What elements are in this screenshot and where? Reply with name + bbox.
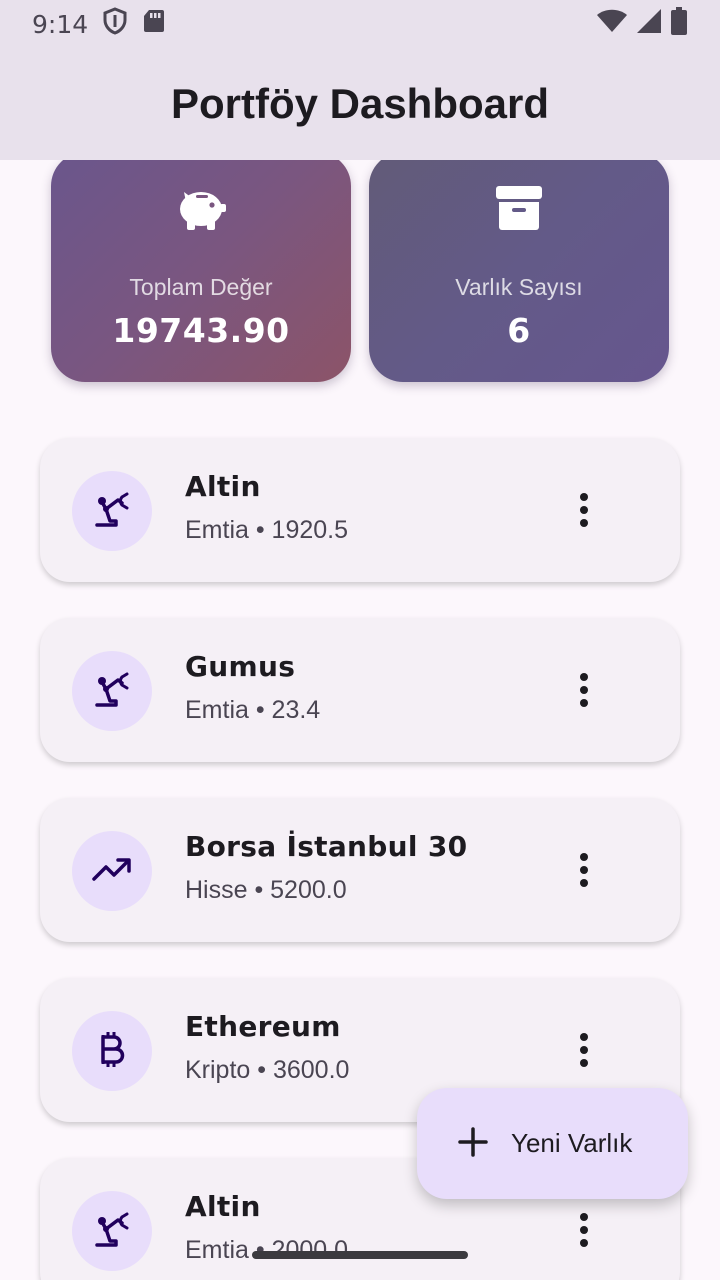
asset-list-item[interactable]: Borsa İstanbul 30 Hisse • 5200.0 bbox=[40, 798, 680, 942]
asset-subtitle: Emtia • 23.4 bbox=[185, 696, 321, 724]
more-vert-icon[interactable] bbox=[568, 1030, 600, 1070]
more-vert-icon[interactable] bbox=[568, 1210, 600, 1250]
total-value-card: Toplam Değer 19743.90 bbox=[51, 160, 351, 382]
asset-name: Borsa İstanbul 30 bbox=[185, 830, 468, 863]
asset-avatar bbox=[72, 471, 152, 551]
asset-avatar bbox=[72, 1191, 152, 1271]
battery-icon bbox=[670, 7, 688, 41]
total-value: 19743.90 bbox=[112, 311, 290, 350]
asset-name: Altin bbox=[185, 470, 261, 503]
add-asset-fab[interactable]: Yeni Varlık bbox=[417, 1088, 688, 1199]
wifi-icon bbox=[596, 9, 628, 39]
plus-icon bbox=[457, 1126, 489, 1162]
more-vert-icon[interactable] bbox=[568, 850, 600, 890]
asset-name: Ethereum bbox=[185, 1010, 341, 1043]
gesture-nav-handle[interactable] bbox=[252, 1251, 468, 1259]
asset-subtitle: Emtia • 1920.5 bbox=[185, 516, 349, 544]
archive-icon bbox=[494, 180, 544, 236]
app-bar: Portföy Dashboard bbox=[0, 48, 720, 160]
asset-list-item[interactable]: Gumus Emtia • 23.4 bbox=[40, 618, 680, 762]
asset-count-value: 6 bbox=[507, 311, 531, 350]
bitcoin-icon bbox=[97, 1029, 127, 1073]
asset-subtitle: Kripto • 3600.0 bbox=[185, 1056, 350, 1084]
asset-text: Borsa İstanbul 30 Hisse • 5200.0 bbox=[185, 830, 467, 905]
asset-count-label: Varlık Sayısı bbox=[455, 274, 583, 300]
asset-text: Altin Emtia • 1920.5 bbox=[185, 470, 348, 545]
piggy-bank-icon bbox=[174, 180, 228, 236]
asset-count-card: Varlık Sayısı 6 bbox=[369, 160, 669, 382]
asset-list-item[interactable]: Altin Emtia • 1920.5 bbox=[40, 438, 680, 582]
asset-avatar bbox=[72, 831, 152, 911]
asset-avatar bbox=[72, 1011, 152, 1091]
fab-label: Yeni Varlık bbox=[511, 1128, 633, 1158]
status-time: 9:14 bbox=[32, 9, 89, 39]
precision-manufacturing-icon bbox=[92, 1209, 132, 1253]
asset-text: Ethereum Kripto • 3600.0 bbox=[185, 1010, 349, 1085]
cell-signal-icon bbox=[636, 8, 662, 40]
precision-manufacturing-icon bbox=[92, 669, 132, 713]
asset-avatar bbox=[72, 651, 152, 731]
status-left: 9:14 bbox=[32, 7, 166, 41]
status-bar: 9:14 bbox=[0, 0, 720, 48]
asset-name: Altin bbox=[185, 1190, 261, 1223]
page-title: Portföy Dashboard bbox=[170, 80, 550, 127]
shield-icon bbox=[102, 7, 128, 41]
total-value-label: Toplam Değer bbox=[129, 274, 273, 300]
asset-subtitle: Hisse • 5200.0 bbox=[185, 876, 347, 904]
asset-text: Gumus Emtia • 23.4 bbox=[185, 650, 320, 725]
more-vert-icon[interactable] bbox=[568, 670, 600, 710]
status-right bbox=[596, 7, 688, 41]
more-vert-icon[interactable] bbox=[568, 490, 600, 530]
asset-name: Gumus bbox=[185, 650, 296, 683]
sd-card-icon bbox=[142, 8, 166, 40]
trending-up-icon bbox=[92, 855, 132, 887]
precision-manufacturing-icon bbox=[92, 489, 132, 533]
